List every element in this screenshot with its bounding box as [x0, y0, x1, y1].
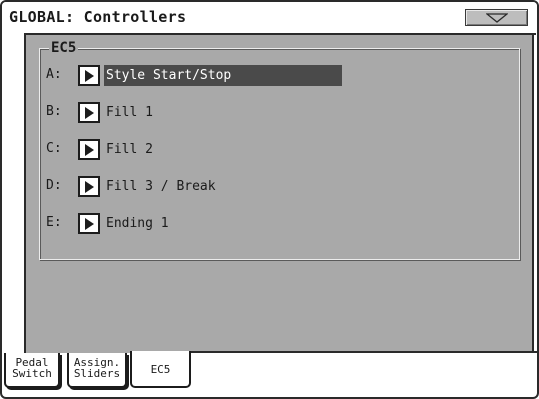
assignment-value-b[interactable]: Fill 1 [104, 102, 153, 123]
triangle-right-icon [85, 107, 94, 119]
function-list-button-a[interactable] [78, 65, 100, 86]
page-title: GLOBAL: Controllers [9, 8, 187, 26]
assignment-row-e: E: Ending 1 [46, 211, 516, 235]
tab-label-line2: Sliders [73, 367, 121, 380]
assignment-row-a: A: Style Start/Stop [46, 63, 516, 87]
page-menu-button[interactable] [465, 9, 528, 26]
title-bar: GLOBAL: Controllers [2, 2, 537, 32]
ec5-group: EC5 A: Style Start/Stop B: Fill 1 C: Fil… [39, 40, 520, 260]
controllers-screen: GLOBAL: Controllers EC5 A: Style Start/S… [0, 0, 539, 399]
assignment-row-b: B: Fill 1 [46, 100, 516, 124]
content-panel: EC5 A: Style Start/Stop B: Fill 1 C: Fil… [24, 35, 534, 353]
function-list-button-e[interactable] [78, 213, 100, 234]
triangle-right-icon [85, 218, 94, 230]
row-letter: A: [46, 67, 62, 82]
assignment-value-c[interactable]: Fill 2 [104, 139, 153, 160]
triangle-right-icon [85, 144, 94, 156]
function-list-button-d[interactable] [78, 176, 100, 197]
assignment-row-c: C: Fill 2 [46, 137, 516, 161]
function-list-button-b[interactable] [78, 102, 100, 123]
assignment-value-e[interactable]: Ending 1 [104, 213, 169, 234]
assignment-value-d[interactable]: Fill 3 / Break [104, 176, 216, 197]
assignment-value-a[interactable]: Style Start/Stop [104, 65, 342, 86]
triangle-down-icon [486, 13, 508, 23]
triangle-right-icon [85, 70, 94, 82]
tab-bar: Pedal Switch Assign. Sliders EC5 [2, 351, 537, 397]
row-letter: C: [46, 141, 62, 156]
tab-bar-divider [189, 351, 537, 353]
row-letter: B: [46, 104, 62, 119]
tab-label-line1: EC5 [150, 363, 171, 376]
tab-assign-sliders[interactable]: Assign. Sliders [67, 353, 127, 388]
group-label: EC5 [49, 40, 79, 56]
assignment-row-d: D: Fill 3 / Break [46, 174, 516, 198]
tab-pedal-switch[interactable]: Pedal Switch [4, 353, 60, 388]
function-list-button-c[interactable] [78, 139, 100, 160]
triangle-right-icon [85, 181, 94, 193]
tab-ec5[interactable]: EC5 [130, 351, 191, 388]
row-letter: D: [46, 178, 62, 193]
tab-label-line2: Switch [12, 367, 52, 380]
row-letter: E: [46, 215, 62, 230]
